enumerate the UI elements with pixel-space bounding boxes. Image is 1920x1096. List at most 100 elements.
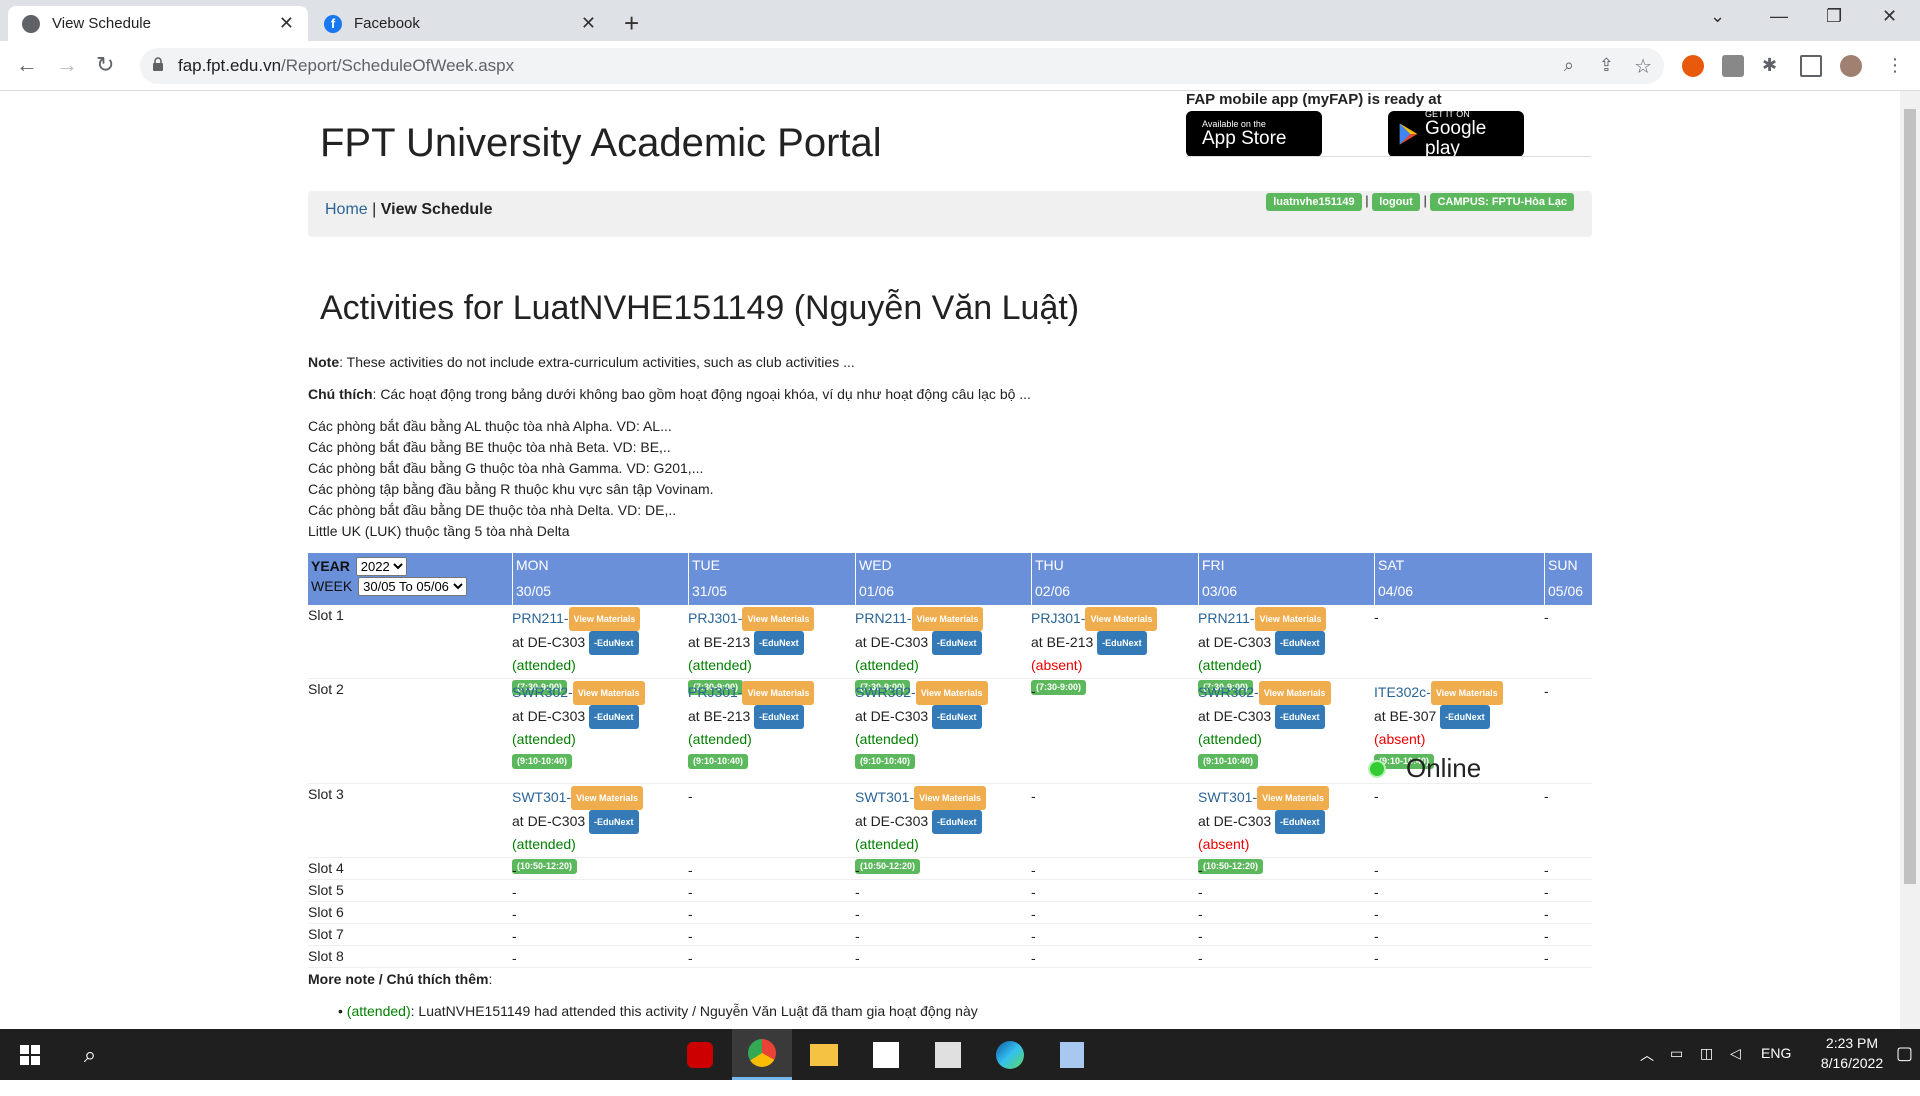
store-app-icon[interactable] (856, 1029, 916, 1080)
edunext-button[interactable]: -EduNext (754, 705, 804, 729)
view-materials-button[interactable]: View Materials (1258, 681, 1331, 705)
cube-app-icon[interactable] (1042, 1029, 1102, 1080)
subject-link[interactable]: SWR302- (1198, 684, 1259, 700)
empty-cell: - (1198, 950, 1203, 966)
date-header: 05/06 (1544, 579, 1592, 605)
subject-link[interactable]: SWR302- (855, 684, 916, 700)
view-materials-button[interactable]: View Materials (911, 607, 984, 631)
reload-button[interactable]: ↻ (96, 52, 114, 78)
campus-badge: CAMPUS: FPTU-Hòa Lạc (1430, 193, 1574, 211)
view-materials-button[interactable]: View Materials (742, 607, 815, 631)
battery-icon[interactable]: ▭ (1670, 1045, 1683, 1096)
edunext-button[interactable]: -EduNext (1275, 810, 1325, 834)
google-play-button[interactable]: GET IT ON Google play (1388, 109, 1524, 159)
page-scrollbar[interactable] (1900, 91, 1920, 1029)
edunext-button[interactable]: -EduNext (754, 631, 804, 655)
close-tab-icon[interactable]: ✕ (581, 13, 596, 34)
view-materials-button[interactable]: View Materials (568, 607, 641, 631)
empty-cell: - (1544, 884, 1549, 900)
home-link[interactable]: Home (325, 201, 368, 218)
extension-c-icon[interactable] (1682, 55, 1704, 77)
week-select[interactable]: 30/05 To 05/06 (358, 577, 468, 596)
edunext-button[interactable]: -EduNext (1275, 631, 1325, 655)
edunext-button[interactable]: -EduNext (589, 631, 639, 655)
view-materials-button[interactable]: View Materials (1430, 681, 1503, 705)
subject-link[interactable]: SWT301- (1198, 789, 1257, 805)
tab-facebook[interactable]: f Facebook ✕ (310, 6, 610, 41)
close-tab-icon[interactable]: ✕ (279, 13, 294, 34)
share-icon[interactable]: ⇪ (1599, 55, 1614, 76)
edunext-button[interactable]: -EduNext (589, 705, 639, 729)
edunext-button[interactable]: -EduNext (932, 631, 982, 655)
view-materials-button[interactable]: View Materials (1257, 786, 1329, 810)
view-materials-button[interactable]: View Materials (915, 681, 988, 705)
edunext-button[interactable]: -EduNext (932, 705, 982, 729)
year-select[interactable]: 2022 (355, 557, 407, 576)
zoom-icon[interactable]: ⌕ (1564, 55, 1574, 76)
profile-avatar[interactable] (1840, 55, 1862, 77)
view-materials-button[interactable]: View Materials (572, 681, 645, 705)
tab-search-icon[interactable]: ⌄ (1710, 6, 1725, 27)
subject-link[interactable]: ITE302c- (1374, 684, 1431, 700)
scrollbar-thumb[interactable] (1904, 109, 1916, 884)
edunext-button[interactable]: -EduNext (1097, 631, 1147, 655)
subject-link[interactable]: SWR302- (512, 684, 573, 700)
edge-app-icon[interactable] (980, 1029, 1040, 1080)
activity-cell: PRJ301- View Materials at BE-213 -EduNext… (688, 681, 815, 769)
view-materials-button[interactable]: View Materials (742, 681, 815, 705)
forward-button[interactable]: → (56, 52, 78, 78)
tab-view-schedule[interactable]: View Schedule ✕ (8, 6, 308, 41)
extension-f-icon[interactable] (1722, 55, 1744, 77)
back-button[interactable]: ← (16, 52, 38, 78)
close-window-button[interactable]: ✕ (1882, 6, 1897, 27)
file-explorer-icon[interactable] (794, 1029, 854, 1080)
subject-link[interactable]: PRN211- (855, 610, 912, 626)
address-bar[interactable]: fap.fpt.edu.vn/Report/ScheduleOfWeek.asp… (140, 48, 1664, 84)
subject-link[interactable]: PRJ301- (688, 684, 742, 700)
new-tab-button[interactable]: + (624, 8, 639, 39)
extensions-puzzle-icon[interactable]: ✱ (1762, 55, 1784, 77)
subject-link[interactable]: PRJ301- (688, 610, 742, 626)
volume-icon[interactable]: ◁ (1730, 1045, 1741, 1096)
view-materials-button[interactable]: View Materials (914, 786, 986, 810)
subject-link[interactable]: PRN211- (512, 610, 569, 626)
slot-row: Slot 8 - - - - - - - (308, 946, 1592, 968)
notification-icon[interactable]: ▢ (1896, 1043, 1913, 1094)
windows-start-icon[interactable] (0, 1029, 60, 1080)
clock[interactable]: 2:23 PM 8/16/2022 (1814, 1035, 1890, 1086)
tray-chevron-icon[interactable]: ︿ (1640, 1045, 1654, 1096)
empty-cell: - (1031, 862, 1036, 878)
bookmark-star-icon[interactable]: ☆ (1634, 54, 1652, 79)
slot-label: Slot 6 (308, 904, 344, 920)
app-icon[interactable] (918, 1029, 978, 1080)
chrome-app-icon[interactable] (732, 1029, 792, 1080)
language-indicator[interactable]: ENG (1761, 1045, 1791, 1096)
subject-link[interactable]: PRJ301- (1031, 610, 1085, 626)
view-materials-button[interactable]: View Materials (1085, 607, 1158, 631)
username-badge[interactable]: luatnvhe151149 (1266, 193, 1362, 211)
empty-cell: - (855, 950, 860, 966)
garena-app-icon[interactable] (670, 1029, 730, 1080)
room-note: Các phòng bắt đầu bằng DE thuộc tòa nhà … (308, 502, 677, 518)
edunext-button[interactable]: -EduNext (1440, 705, 1490, 729)
search-icon[interactable]: ⌕ (60, 1029, 120, 1080)
status-text: (attended) (855, 731, 919, 747)
logout-button[interactable]: logout (1372, 193, 1420, 211)
maximize-button[interactable]: ❐ (1826, 6, 1842, 27)
empty-cell: - (1374, 928, 1379, 944)
edunext-button[interactable]: -EduNext (1275, 705, 1325, 729)
time-badge: (9:10-10:40) (855, 754, 916, 769)
app-store-button[interactable]: Available on the App Store (1186, 111, 1322, 157)
side-panel-icon[interactable] (1800, 55, 1822, 77)
subject-link[interactable]: PRN211- (1198, 610, 1255, 626)
view-materials-button[interactable]: View Materials (1254, 607, 1327, 631)
menu-kebab-icon[interactable]: ⋮ (1886, 55, 1908, 77)
minimize-button[interactable]: — (1770, 6, 1788, 27)
edunext-button[interactable]: -EduNext (589, 810, 639, 834)
subject-link[interactable]: SWT301- (512, 789, 571, 805)
subject-link[interactable]: SWT301- (855, 789, 914, 805)
view-materials-button[interactable]: View Materials (571, 786, 643, 810)
network-icon[interactable]: ◫ (1700, 1045, 1713, 1096)
time-badge: (9:10-10:40) (688, 754, 749, 769)
edunext-button[interactable]: -EduNext (932, 810, 982, 834)
